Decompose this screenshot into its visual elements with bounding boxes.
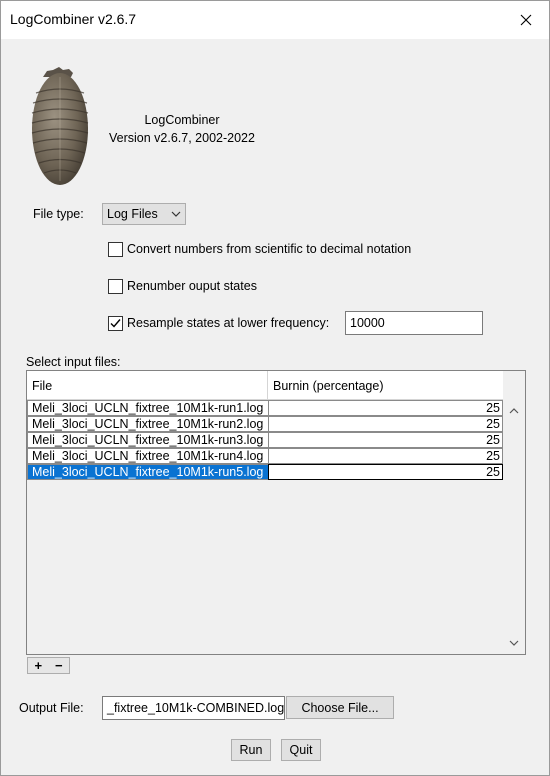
about-panel: LogCombiner Version v2.6.7, 2002-2022	[101, 111, 263, 147]
resample-label: Resample states at lower frequency:	[127, 316, 330, 330]
output-file-label: Output File:	[19, 701, 84, 715]
resample-frequency-input[interactable]: 10000	[345, 311, 483, 335]
file-cell[interactable]: Meli_3loci_UCLN_fixtree_10M1k-run4.log	[27, 448, 268, 464]
checkmark-icon	[110, 319, 121, 328]
logcombiner-window: LogCombiner v2.6.7 LogCombiner Version v…	[0, 0, 550, 776]
close-button[interactable]	[503, 1, 549, 39]
renumber-label: Renumber ouput states	[127, 279, 257, 293]
woodlouse-logo	[31, 67, 89, 185]
table-row[interactable]: Meli_3loci_UCLN_fixtree_10M1k-run4.log 2…	[27, 448, 503, 464]
table-row-selected[interactable]: Meli_3loci_UCLN_fixtree_10M1k-run5.log 2…	[27, 464, 503, 480]
scroll-down-icon[interactable]	[507, 637, 521, 649]
remove-file-button[interactable]: −	[49, 658, 70, 673]
file-cell[interactable]: Meli_3loci_UCLN_fixtree_10M1k-run2.log	[27, 416, 268, 432]
app-name: LogCombiner	[144, 113, 220, 127]
add-remove-buttons: + −	[27, 657, 70, 674]
title-bar: LogCombiner v2.6.7	[1, 1, 549, 39]
table-row[interactable]: Meli_3loci_UCLN_fixtree_10M1k-run2.log 2…	[27, 416, 503, 432]
version-text: Version v2.6.7, 2002-2022	[109, 131, 255, 145]
file-cell[interactable]: Meli_3loci_UCLN_fixtree_10M1k-run5.log	[27, 464, 268, 480]
file-type-select[interactable]: Log Files	[102, 203, 186, 225]
file-cell[interactable]: Meli_3loci_UCLN_fixtree_10M1k-run3.log	[27, 432, 268, 448]
table-header: File Burnin (percentage)	[27, 371, 503, 400]
chevron-down-icon	[167, 211, 185, 217]
convert-checkbox[interactable]	[108, 242, 123, 257]
file-type-label: File type:	[33, 207, 84, 221]
burnin-cell[interactable]: 25	[268, 448, 503, 464]
output-file-value: _fixtree_10M1k-COMBINED.log	[107, 701, 285, 715]
file-type-value: Log Files	[107, 207, 158, 221]
column-header-burnin[interactable]: Burnin (percentage)	[268, 371, 503, 399]
vertical-scrollbar[interactable]	[503, 371, 525, 654]
quit-button[interactable]: Quit	[281, 739, 321, 761]
convert-label: Convert numbers from scientific to decim…	[127, 242, 412, 256]
resample-checkbox[interactable]	[108, 316, 123, 331]
burnin-cell[interactable]: 25	[268, 464, 503, 480]
window-title: LogCombiner v2.6.7	[10, 11, 137, 27]
table-row[interactable]: Meli_3loci_UCLN_fixtree_10M1k-run1.log 2…	[27, 400, 503, 416]
input-files-label: Select input files:	[26, 355, 121, 369]
file-cell[interactable]: Meli_3loci_UCLN_fixtree_10M1k-run1.log	[27, 400, 268, 416]
scroll-up-icon[interactable]	[507, 405, 521, 417]
run-button[interactable]: Run	[231, 739, 271, 761]
burnin-cell[interactable]: 25	[268, 400, 503, 416]
output-file-input[interactable]: _fixtree_10M1k-COMBINED.log	[102, 696, 285, 720]
input-files-table[interactable]: File Burnin (percentage) Meli_3loci_UCLN…	[26, 370, 526, 655]
close-icon	[520, 14, 532, 26]
choose-file-button[interactable]: Choose File...	[286, 696, 394, 719]
burnin-cell[interactable]: 25	[268, 416, 503, 432]
burnin-cell[interactable]: 25	[268, 432, 503, 448]
renumber-checkbox[interactable]	[108, 279, 123, 294]
resample-frequency-value: 10000	[350, 316, 385, 330]
table-row[interactable]: Meli_3loci_UCLN_fixtree_10M1k-run3.log 2…	[27, 432, 503, 448]
column-header-file[interactable]: File	[27, 371, 268, 399]
add-file-button[interactable]: +	[28, 658, 49, 673]
table-rows: Meli_3loci_UCLN_fixtree_10M1k-run1.log 2…	[27, 400, 503, 480]
